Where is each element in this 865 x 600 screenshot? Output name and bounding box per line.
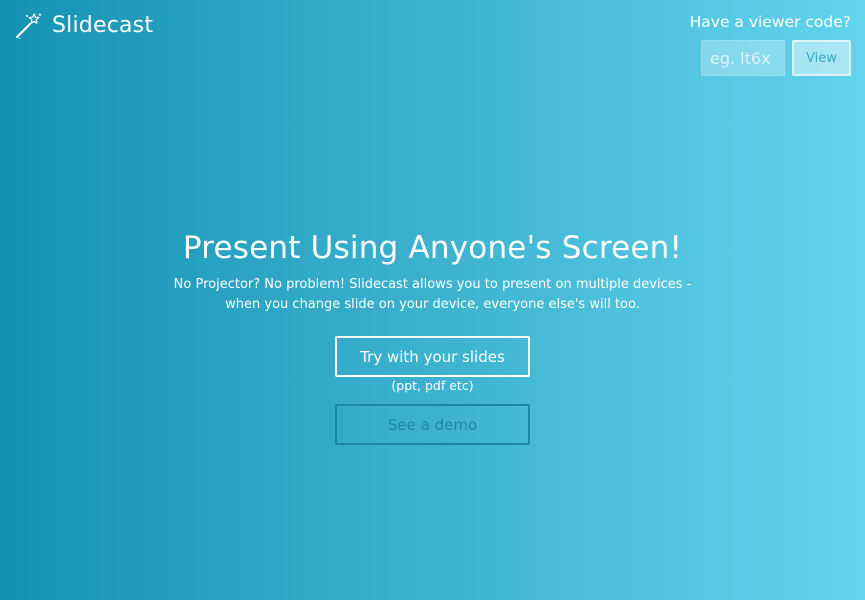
try-with-slides-button[interactable]: Try with your slides bbox=[335, 336, 530, 377]
view-button[interactable]: View bbox=[792, 40, 851, 76]
see-demo-button[interactable]: See a demo bbox=[335, 404, 530, 445]
viewer-code-row: View bbox=[681, 40, 851, 76]
viewer-code-panel: Have a viewer code? View bbox=[681, 12, 851, 76]
brand[interactable]: Slidecast bbox=[15, 12, 153, 39]
viewer-code-label: Have a viewer code? bbox=[689, 13, 851, 31]
file-types-note: (ppt, pdf etc) bbox=[391, 378, 474, 393]
viewer-code-input[interactable] bbox=[701, 40, 785, 76]
hero: Present Using Anyone's Screen! No Projec… bbox=[0, 226, 865, 445]
brand-name: Slidecast bbox=[52, 13, 154, 38]
magic-wand-icon bbox=[15, 12, 42, 39]
hero-title: Present Using Anyone's Screen! bbox=[182, 230, 683, 266]
hero-description: No Projector? No problem! Slidecast allo… bbox=[173, 277, 692, 312]
